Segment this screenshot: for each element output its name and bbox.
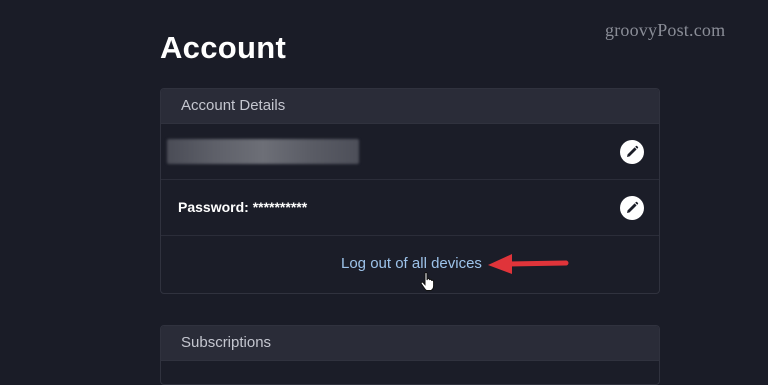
subscriptions-header: Subscriptions [161,326,659,361]
pencil-icon [627,201,639,213]
account-details-card: Account Details Password: ********** Log… [160,88,660,294]
subscriptions-card: Subscriptions [160,325,660,385]
password-label: Password: ********** [178,199,308,215]
edit-password-button[interactable] [620,196,644,220]
password-row: Password: ********** [161,180,659,236]
email-row [161,124,659,180]
pencil-icon [627,145,639,157]
edit-email-button[interactable] [620,140,644,164]
logout-row: Log out of all devices [161,236,659,293]
hand-pointer-icon [420,272,435,291]
watermark: groovyPost.com [605,20,726,40]
logout-all-devices-link[interactable]: Log out of all devices [341,255,482,272]
page-title: Account [160,30,287,65]
red-arrow-annotation [488,254,569,274]
account-details-header: Account Details [161,89,659,124]
blurred-email-value [167,139,359,164]
